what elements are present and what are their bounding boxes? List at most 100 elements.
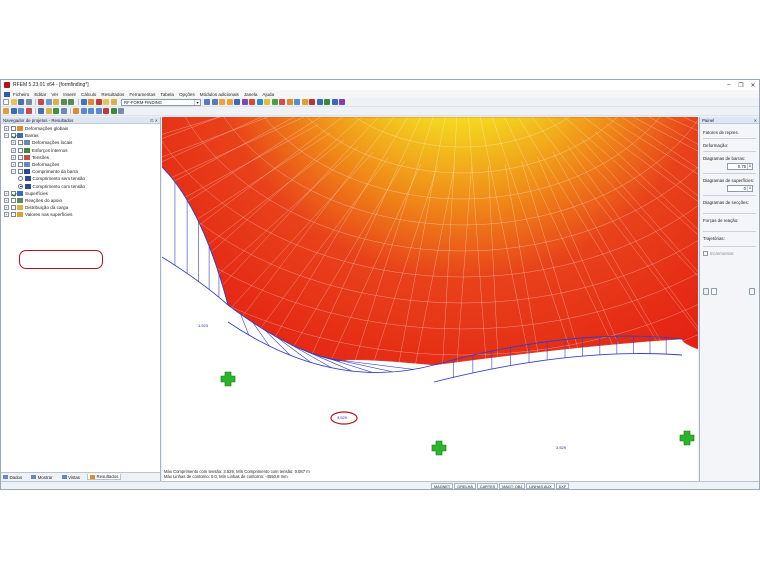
tree-checkbox[interactable] [10,133,16,139]
menu-ver[interactable]: Ver [51,92,58,97]
copy-icon[interactable] [45,99,52,105]
printout-icon[interactable] [331,99,338,105]
open-folder-icon[interactable] [10,99,17,105]
scale-tool-icon[interactable] [703,288,709,295]
tree-item[interactable]: + Deformações [1,161,160,168]
collapse-icon[interactable]: − [4,133,9,139]
menu-editar[interactable]: Editar [34,92,46,97]
expand-icon[interactable]: + [11,147,16,153]
spin-arrows-icon[interactable]: ⇕ [747,186,752,191]
minimize-button[interactable]: – [723,82,735,89]
status-dxf[interactable]: DXF [555,482,570,489]
menu-ficheiro[interactable]: Ficheiro [13,92,29,97]
x-view-icon[interactable] [80,108,87,114]
animation-icon[interactable] [286,99,293,105]
settings-icon[interactable] [118,108,124,114]
filter-icon[interactable] [324,99,330,105]
menu-janela[interactable]: Janela [244,92,258,97]
tree-checkbox[interactable] [17,154,23,160]
filter-tool-icon[interactable] [711,288,717,295]
tree-checkbox[interactable] [17,169,23,175]
clipping-icon[interactable] [309,99,315,105]
model-viewport[interactable]: 1.523 3.529 3.529 X Z Máx Comprimento co… [162,117,698,482]
show-results-icon[interactable] [219,99,225,105]
mesh-icon[interactable] [256,99,263,105]
tree-item[interactable]: + Distribuição da carga [1,204,160,211]
calculate-icon[interactable] [88,99,94,105]
menu-tabela[interactable]: Tabela [160,92,174,97]
status-cartes[interactable]: CARTES [476,482,499,489]
expand-icon[interactable]: + [4,197,9,203]
menu-calculo[interactable]: Cálculo [81,92,96,97]
member-icon[interactable] [25,108,32,114]
tree-checkbox[interactable] [10,212,16,218]
menu-ajuda[interactable]: Ajuda [262,92,274,97]
model-icon[interactable] [234,99,240,105]
menu-resultados[interactable]: Resultados [101,92,124,97]
load-case-combo[interactable]: RF-FORM-FINDING ▾ [121,98,201,106]
expand-icon[interactable]: + [4,126,9,132]
print-icon[interactable] [25,99,32,105]
member-diagram-stepper[interactable]: 0.75 ⇕ [727,163,753,170]
prev-case-icon[interactable] [204,99,210,105]
opening-icon[interactable] [53,108,59,114]
table-icon[interactable] [103,99,109,105]
view-icon[interactable] [80,99,87,105]
expand-icon[interactable]: + [11,140,16,146]
show-values-icon[interactable] [226,99,233,105]
render-icon[interactable] [241,99,248,105]
support-icon[interactable] [431,440,447,456]
tree-checkbox[interactable] [17,162,23,168]
print-tool-icon[interactable] [749,288,755,295]
chevron-down-icon[interactable]: ▾ [194,99,200,105]
collapse-icon[interactable]: − [11,169,16,175]
increments-checkbox[interactable]: Incrementos: [703,251,756,256]
tree-checkbox[interactable] [17,140,23,146]
tree-checkbox[interactable] [10,205,16,211]
spin-arrows-icon[interactable]: ⇕ [747,164,752,169]
node-icon[interactable] [10,108,17,114]
expand-icon[interactable]: + [11,154,16,160]
status-grid[interactable]: GRELHA [454,482,476,489]
menu-modulos-adicionais[interactable]: Módulos adicionais [200,92,239,97]
tree-item[interactable]: + Deformações locais [1,139,160,146]
menu-ferramentas[interactable]: Ferramentas [129,92,155,97]
surface-diagram-stepper[interactable]: 0 ⇕ [727,185,753,192]
dimension-icon[interactable] [60,108,67,114]
deformation-view-icon[interactable] [249,99,255,105]
close-button[interactable]: ✕ [747,82,759,89]
results-icon[interactable] [95,99,102,105]
membrane-surface[interactable] [162,117,698,366]
expand-icon[interactable]: + [4,205,9,211]
tab-vistas[interactable]: Vistas [60,475,82,480]
status-magnet[interactable]: MAGNET [431,482,454,489]
tab-resultados[interactable]: Resultados [86,474,122,480]
snap-icon[interactable] [110,108,117,114]
solid-icon[interactable] [45,108,52,114]
surface-icon[interactable] [38,108,44,114]
next-case-icon[interactable] [211,99,218,105]
menu-inserir[interactable]: Inserir [63,92,76,97]
load-case-icon[interactable] [110,99,117,105]
export-icon[interactable] [339,99,345,105]
tree-item[interactable]: + Esforços internos [1,147,160,154]
tree-item[interactable]: Comprimento com tensão [1,183,160,190]
document-icon[interactable] [4,91,10,97]
tree-radio[interactable] [18,183,23,189]
expand-icon[interactable]: + [4,190,9,196]
tree-checkbox[interactable] [10,197,16,203]
save-icon[interactable] [18,99,24,105]
redo-icon[interactable] [68,99,74,105]
paste-icon[interactable] [53,99,59,105]
legend-icon[interactable] [316,99,323,105]
tree-item[interactable]: − Comprimento da barra [1,168,160,175]
section-icon[interactable] [301,99,308,105]
undo-icon[interactable] [60,99,67,105]
tree-item[interactable]: + Deformações globais [1,125,160,132]
tab-mostrar[interactable]: Mostrar [29,475,54,480]
support-icon[interactable] [220,371,236,387]
line-icon[interactable] [18,108,24,114]
member-results-icon[interactable] [279,99,285,105]
tab-dados[interactable]: Dados [1,475,24,480]
tree-item[interactable]: Comprimento sem tensão [1,175,160,182]
